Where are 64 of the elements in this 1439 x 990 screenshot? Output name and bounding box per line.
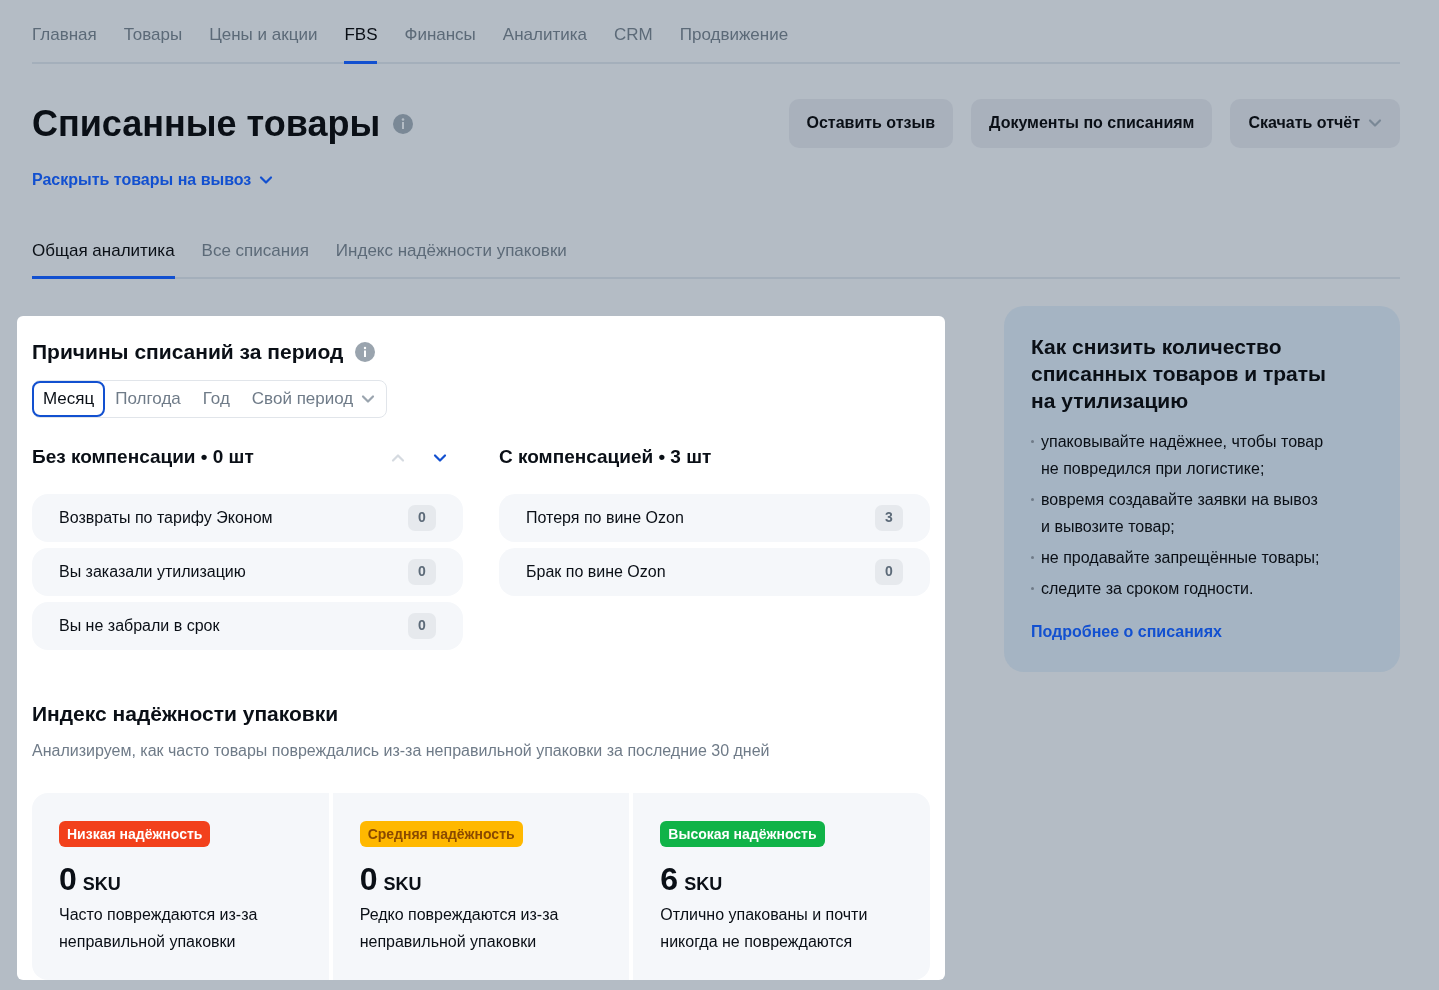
section-subtitle: Анализируем, как часто товары повреждались из-за неправильной упаковки за последние 30 дней <box>32 741 771 761</box>
tips-title: Как снизить количество списанных товаров и траты на утилизацию <box>1031 334 1327 414</box>
tab[interactable]: Индекс надёжности упаковки <box>335 237 567 279</box>
nav-tab[interactable]: Финансы <box>404 22 476 64</box>
reason-row[interactable]: Потеря по вине Ozon 3 <box>499 493 930 542</box>
nav-tab[interactable]: Аналитика <box>502 22 587 64</box>
group-title: С компенсацией • 3 шт <box>499 445 712 470</box>
sku-count: 0 <box>59 860 77 899</box>
reason-row[interactable]: Брак по вине Ozon 0 <box>499 547 930 596</box>
count-badge: 0 <box>875 558 903 585</box>
tip-text: следите за сроком годности. <box>1041 579 1254 599</box>
section-title: Индекс надёжности упаковки <box>32 700 340 727</box>
count-badge: 0 <box>408 558 436 585</box>
reliability-badge: Высокая надёжность <box>660 821 825 847</box>
reason-label: Возвраты по тарифу Эконом <box>59 507 273 528</box>
count-badge: 0 <box>408 612 436 639</box>
tier-description: Часто повреждаются из-за неправильной упаковки <box>59 905 259 952</box>
sku-unit: SKU <box>383 873 422 896</box>
reason-row[interactable]: Вы заказали утилизацию 0 <box>32 547 463 596</box>
nav-tab[interactable]: FBS <box>344 22 378 64</box>
period-tab[interactable]: Год <box>191 380 241 417</box>
tier-description: Отлично упакованы и почти никогда не повреждаются <box>660 905 869 952</box>
reason-label: Вы не забрали в срок <box>59 615 220 636</box>
action-button[interactable]: Скачать отчёт <box>1230 98 1400 148</box>
action-button[interactable]: Документы по списаниям <box>971 98 1213 148</box>
info-icon[interactable] <box>392 112 415 135</box>
bullet-icon <box>1031 440 1034 443</box>
bullet-icon <box>1031 556 1034 559</box>
reason-label: Потеря по вине Ozon <box>526 507 684 528</box>
tip-text: вовремя создавайте заявки на вывоз и вывозите товар; <box>1041 490 1319 537</box>
reliability-badge: Низкая надёжность <box>59 821 211 847</box>
tab[interactable]: Все списания <box>201 237 309 279</box>
reason-label: Вы заказали утилизацию <box>59 561 246 582</box>
period-tab[interactable]: Полгода <box>104 380 192 417</box>
count-badge: 3 <box>875 504 903 531</box>
nav-tab[interactable]: Цены и акции <box>209 22 318 64</box>
nav-tab[interactable]: Продвижение <box>679 22 789 64</box>
reason-row[interactable]: Вы не забрали в срок 0 <box>32 601 463 650</box>
reliability-badge: Средняя надёжность <box>359 821 523 847</box>
group-title: Без компенсации • 0 шт <box>32 445 254 470</box>
count-badge: 0 <box>408 504 436 531</box>
tip-text: упаковывайте надёжнее, чтобы товар не повредился при логистике; <box>1041 432 1325 479</box>
reason-label: Брак по вине Ozon <box>526 561 666 582</box>
tier-description: Редко повреждаются из-за неправильной упаковки <box>359 905 560 952</box>
sku-unit: SKU <box>684 873 723 896</box>
sku-count: 6 <box>660 860 679 899</box>
nav-tab[interactable]: Главная <box>32 22 97 64</box>
action-button[interactable]: Оставить отзыв <box>788 98 954 148</box>
expand-link[interactable]: Раскрыть товары на вывоз <box>32 167 415 192</box>
period-tab[interactable]: Свой период <box>240 380 387 417</box>
more-link[interactable]: Подробнее о списаниях <box>1031 620 1373 644</box>
sku-unit: SKU <box>82 873 121 896</box>
section-title: Причины списаний за период <box>32 339 344 365</box>
bullet-icon <box>1031 587 1034 590</box>
page-title: Списанные товары <box>32 101 381 146</box>
reason-row[interactable]: Возвраты по тарифу Эконом 0 <box>32 493 463 542</box>
nav-tab[interactable]: CRM <box>614 22 653 64</box>
period-tab[interactable]: Месяц <box>32 380 106 417</box>
info-icon[interactable] <box>355 341 376 362</box>
tab[interactable]: Общая аналитика <box>32 237 175 279</box>
tip-text: не продавайте запрещённые товары; <box>1041 548 1320 568</box>
bullet-icon <box>1031 498 1034 501</box>
nav-tab[interactable]: Товары <box>123 22 183 64</box>
sku-count: 0 <box>359 860 378 899</box>
